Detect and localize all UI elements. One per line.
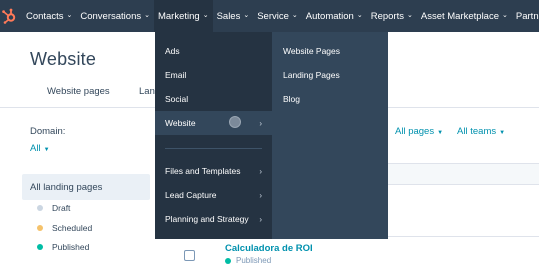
nav-sales-label: Sales	[216, 10, 241, 22]
nav-conversations[interactable]: Conversations ⌄	[76, 0, 154, 32]
sidebar-item-scheduled[interactable]: Scheduled	[37, 223, 92, 233]
menu-item-label: Planning and Strategy	[165, 214, 249, 224]
chevron-down-icon: ⌄	[66, 12, 73, 19]
table-row-title-link[interactable]: Calculadora de ROI	[225, 243, 313, 254]
status-dot	[37, 225, 43, 231]
nav-marketing[interactable]: Marketing ⌄	[153, 0, 213, 32]
menu-item-ads[interactable]: Ads	[155, 39, 272, 63]
nav-partner-label: Partner	[515, 10, 539, 22]
mouse-cursor-icon	[229, 116, 241, 128]
nav-marketing-label: Marketing	[157, 10, 200, 22]
chevron-right-icon: ›	[259, 190, 262, 200]
chevron-right-icon: ›	[259, 166, 262, 176]
chevron-down-icon: ⌄	[406, 12, 413, 19]
nav-partner[interactable]: Partner⌄	[512, 0, 539, 32]
menu-item-label: Ads	[165, 46, 180, 56]
nav-automation-label: Automation	[305, 10, 354, 22]
nav-reports[interactable]: Reports ⌄	[367, 0, 417, 32]
nav-reports-label: Reports	[370, 10, 404, 22]
menu-divider	[165, 148, 262, 149]
all-pages-label: All pages	[395, 126, 435, 137]
top-navigation-bar: Contacts ⌄ Conversations ⌄ Marketing ⌄ Sale…	[0, 0, 539, 32]
nav-conversations-label: Conversations	[80, 10, 142, 22]
menu-item-planning-and-strategy[interactable]: Planning and Strategy ›	[155, 207, 272, 231]
page-title: Website	[30, 49, 97, 69]
submenu-item-website-pages[interactable]: Website Pages	[272, 39, 388, 63]
all-teams-label: All teams	[457, 126, 497, 137]
nav-contacts[interactable]: Contacts ⌄	[22, 0, 76, 32]
all-teams-dropdown[interactable]: All teams ▼	[457, 126, 505, 137]
sidebar-item-published[interactable]: Published	[37, 242, 89, 252]
nav-sales[interactable]: Sales ⌄	[213, 0, 254, 32]
nav-asset-marketplace[interactable]: Asset Marketplace ⌄	[417, 0, 512, 32]
sidebar-item-label: Draft	[52, 203, 71, 213]
chevron-right-icon: ›	[259, 214, 262, 224]
table-row-status: Published	[225, 256, 271, 265]
domain-label: Domain:	[30, 126, 66, 137]
nav-contacts-label: Contacts	[26, 10, 64, 22]
menu-item-website[interactable]: Website ›	[155, 111, 272, 135]
menu-item-label: Lead Capture	[165, 190, 217, 200]
chevron-down-icon: ⌄	[243, 12, 250, 19]
status-dot	[37, 244, 43, 250]
sidebar-item-all-landing-pages[interactable]: All landing pages	[22, 174, 150, 200]
menu-item-label: Email	[165, 70, 187, 80]
menu-item-email[interactable]: Email	[155, 63, 272, 87]
submenu-item-label: Website Pages	[283, 46, 341, 56]
submenu-item-landing-pages[interactable]: Landing Pages	[272, 63, 388, 87]
caret-down-icon: ▼	[499, 130, 506, 136]
menu-item-label: Social	[165, 94, 189, 104]
tab-website-pages[interactable]: Website pages	[47, 86, 110, 97]
nav-asset-marketplace-label: Asset Marketplace	[420, 10, 500, 22]
menu-item-label: Website	[165, 118, 196, 128]
chevron-right-icon: ›	[259, 118, 262, 128]
chevron-down-icon: ⌄	[502, 12, 508, 19]
menu-item-lead-capture[interactable]: Lead Capture ›	[155, 183, 272, 207]
nav-service[interactable]: Service ⌄	[253, 0, 302, 32]
website-submenu: Website Pages Landing Pages Blog	[272, 32, 388, 239]
chevron-down-icon: ⌄	[356, 12, 363, 19]
domain-value: All	[30, 143, 41, 154]
row-checkbox[interactable]	[184, 250, 195, 261]
status-dot	[37, 205, 43, 211]
marketing-dropdown-menu: Ads Email Social Website › Files and Tem…	[155, 32, 388, 239]
menu-item-label: Files and Templates	[165, 166, 241, 176]
chevron-down-icon: ⌄	[291, 12, 298, 19]
submenu-item-blog[interactable]: Blog	[272, 87, 388, 111]
tab-landing-pages[interactable]: Lan	[139, 86, 155, 97]
menu-item-files-and-templates[interactable]: Files and Templates ›	[155, 159, 272, 183]
submenu-item-label: Landing Pages	[283, 70, 340, 80]
table-row-status-label: Published	[236, 256, 272, 265]
menu-item-social[interactable]: Social	[155, 87, 272, 111]
nav-automation[interactable]: Automation ⌄	[302, 0, 367, 32]
chevron-down-icon: ⌄	[144, 12, 150, 19]
all-pages-dropdown[interactable]: All pages ▼	[395, 126, 443, 137]
domain-dropdown[interactable]: All ▼	[30, 143, 50, 154]
sidebar-item-label: All landing pages	[30, 181, 103, 193]
status-dot	[225, 257, 231, 264]
caret-down-icon: ▼	[43, 147, 50, 153]
chevron-down-icon: ⌄	[202, 12, 209, 19]
caret-down-icon: ▼	[437, 130, 444, 136]
sidebar-item-draft[interactable]: Draft	[37, 203, 70, 213]
submenu-item-label: Blog	[283, 94, 301, 104]
sidebar-item-label: Scheduled	[52, 223, 93, 233]
nav-service-label: Service	[257, 10, 289, 22]
sidebar-item-label: Published	[52, 242, 90, 252]
filter-bar: All pages ▼ All teams ▼	[395, 126, 505, 137]
hubspot-logo-icon[interactable]	[0, 0, 18, 32]
marketing-menu-primary: Ads Email Social Website › Files and Tem…	[155, 32, 272, 239]
